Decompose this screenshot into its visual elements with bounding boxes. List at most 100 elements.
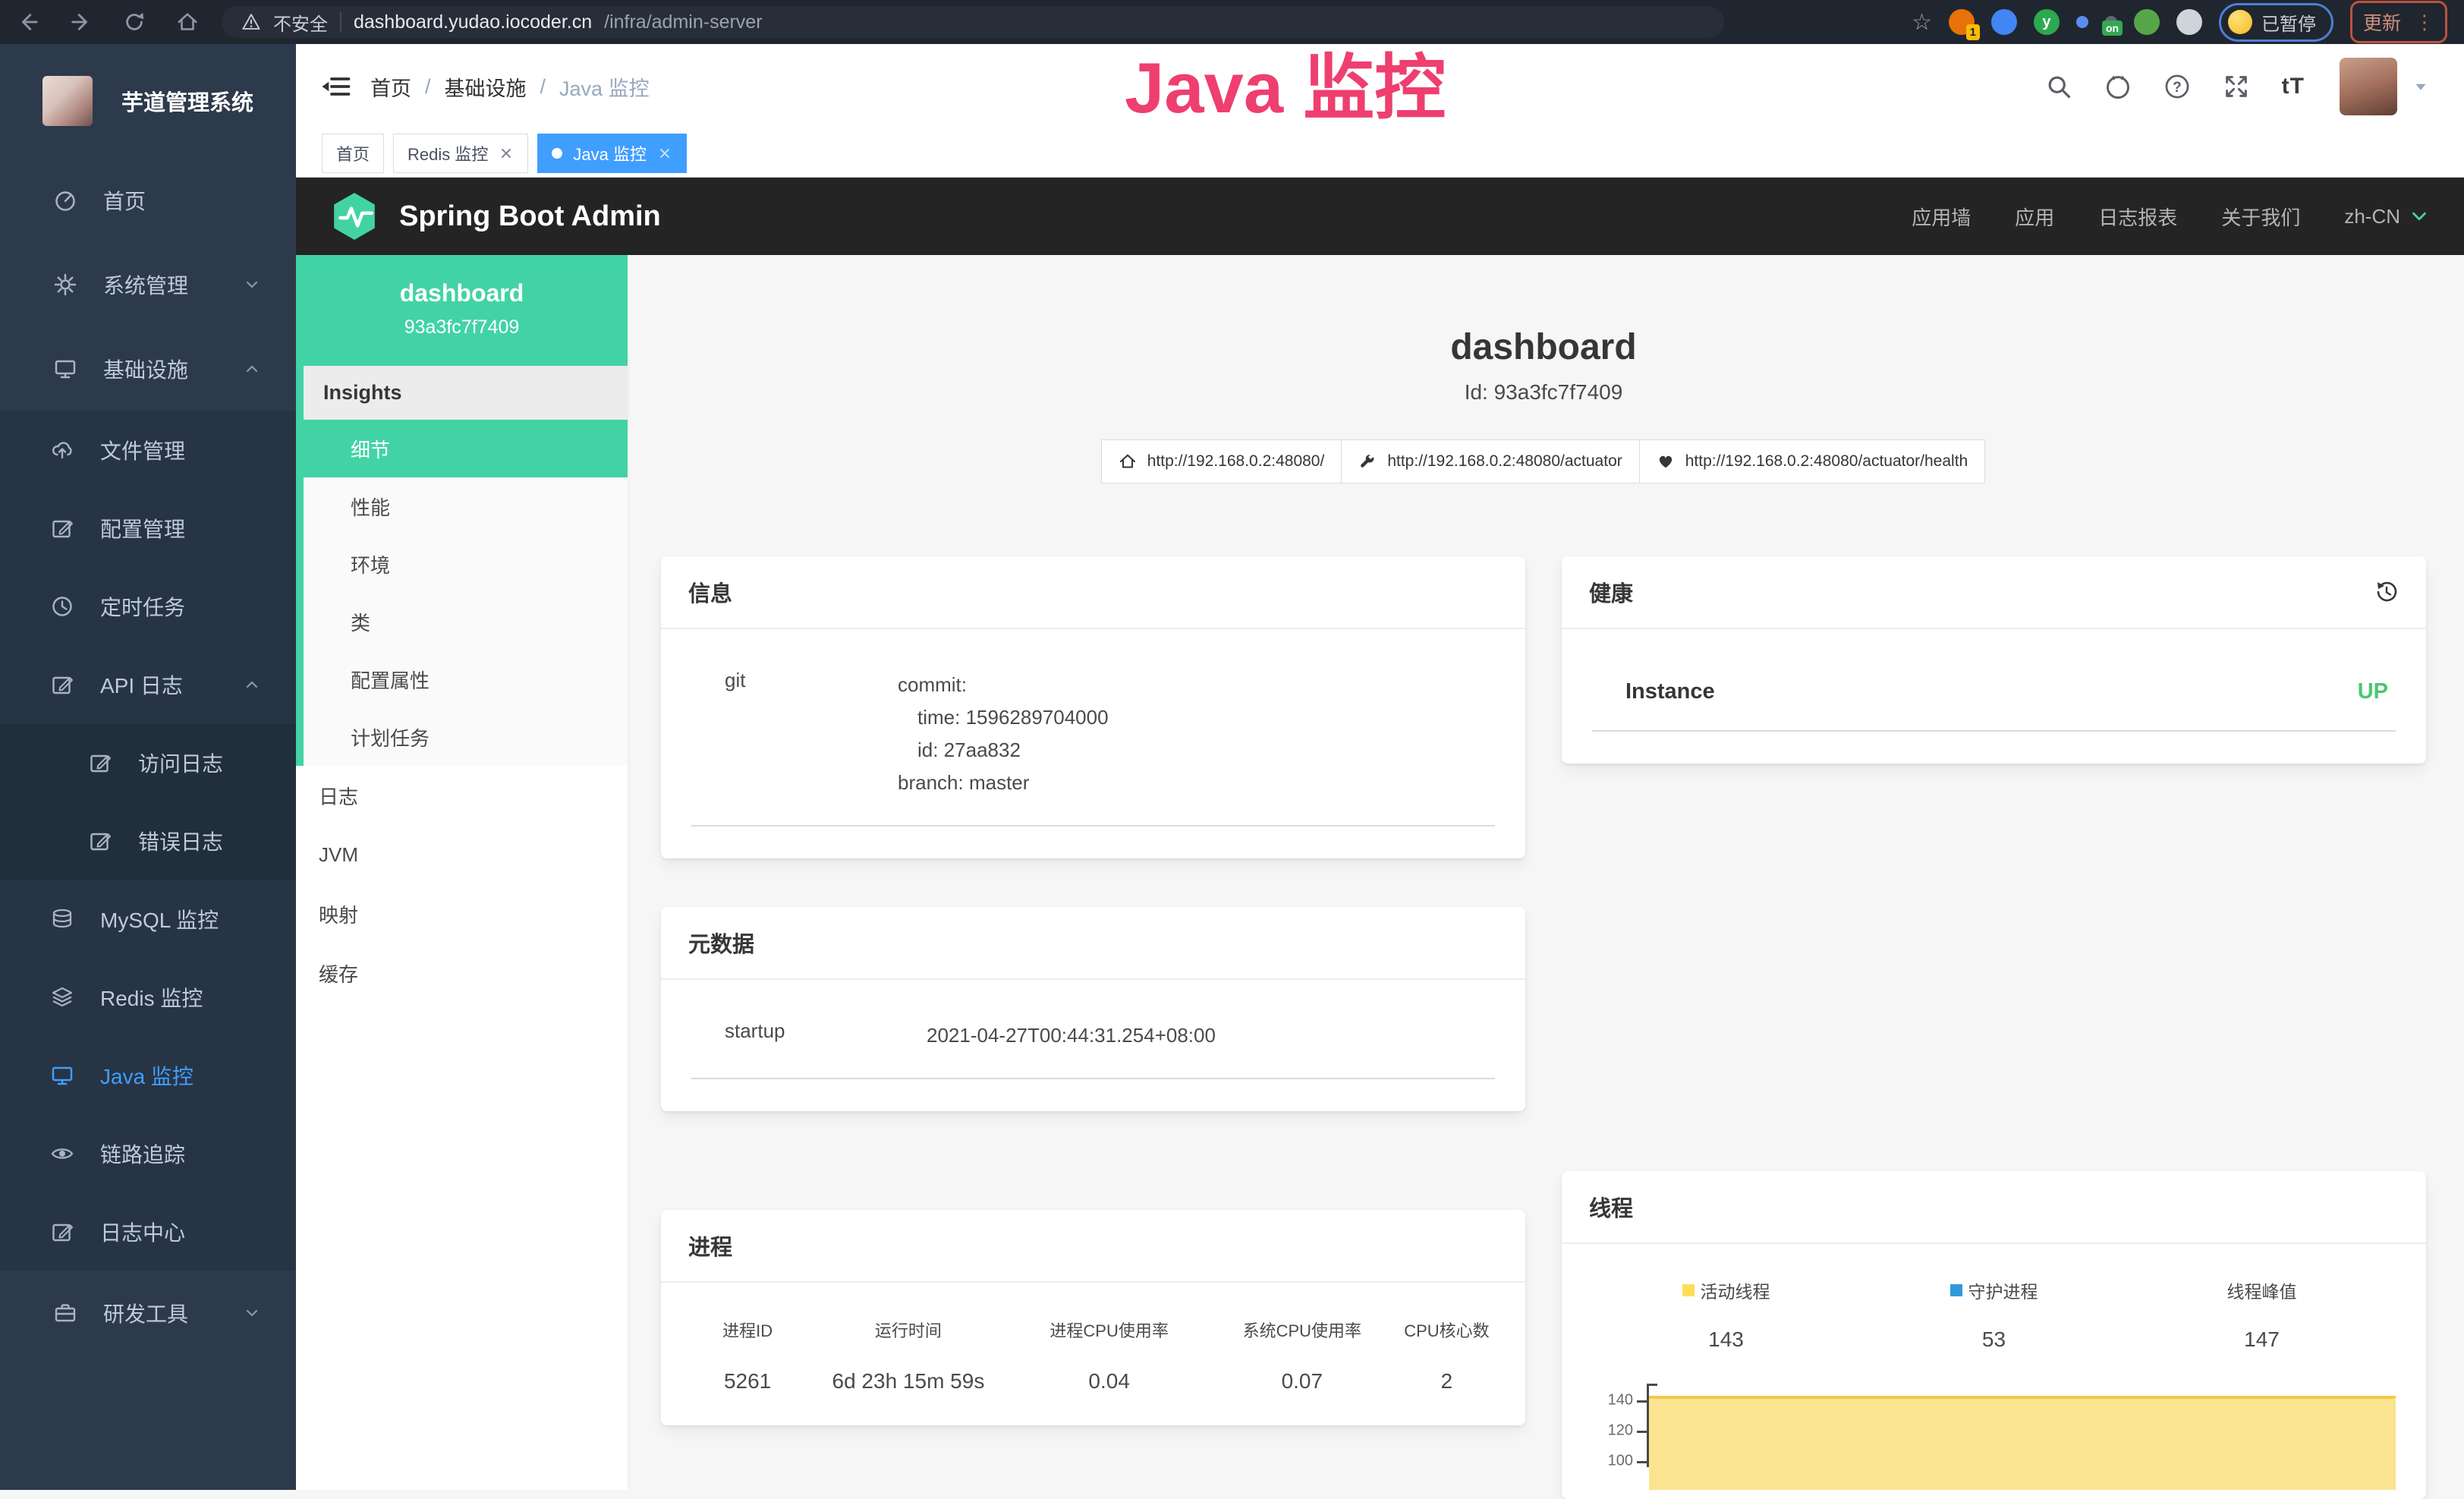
sidebar-item-label: MySQL 监控 (100, 904, 261, 934)
sidebar-item-home[interactable]: 首页 (0, 158, 296, 242)
collapse-sidebar-icon[interactable] (320, 71, 351, 102)
user-avatar[interactable] (2340, 58, 2397, 115)
endpoint-url-text: http://192.168.0.2:48080/actuator/health (1685, 452, 1968, 471)
endpoint-health-url[interactable]: http://192.168.0.2:48080/actuator/health (1639, 439, 1985, 483)
extension-icon-blue-grid[interactable] (2076, 16, 2088, 28)
menu-item-environment[interactable]: 环境 (304, 535, 628, 593)
sidebar-item-file-mgmt[interactable]: 文件管理 (0, 411, 296, 489)
url-path: /infra/admin-server (604, 11, 762, 33)
sidebar-item-scheduled-tasks[interactable]: 定时任务 (0, 567, 296, 645)
tab-redis-monitor[interactable]: Redis 监控 (393, 134, 528, 173)
paused-label: 已暂停 (2261, 9, 2316, 36)
sidebar-item-config-mgmt[interactable]: 配置管理 (0, 489, 296, 567)
monitor-icon (53, 357, 77, 381)
sidebar-item-access-logs[interactable]: 访问日志 (0, 723, 296, 801)
menu-item-config-props[interactable]: 配置属性 (304, 650, 628, 708)
page-instance-id: Id: 93a3fc7f7409 (661, 380, 2426, 405)
sba-nav-journal[interactable]: 日志报表 (2098, 203, 2177, 231)
menu-item-details[interactable]: 细节 (304, 420, 628, 477)
sidebar-item-infrastructure[interactable]: 基础设施 (0, 326, 296, 411)
history-icon[interactable] (2374, 580, 2399, 604)
search-icon[interactable] (2045, 73, 2072, 100)
menu-item-scheduled-tasks[interactable]: 计划任务 (304, 708, 628, 766)
sidebar-item-label: 配置管理 (100, 513, 261, 543)
cloud-upload-icon (50, 438, 74, 462)
browser-update-button[interactable]: 更新 ⋮ (2350, 1, 2447, 43)
spring-boot-admin-logo-icon[interactable] (329, 191, 379, 241)
endpoint-service-url[interactable]: http://192.168.0.2:48080/ (1101, 439, 1342, 483)
sidebar-item-label: 基础设施 (103, 354, 217, 384)
extensions-puzzle-icon[interactable] (2176, 9, 2202, 35)
active-threads-area (1649, 1396, 2396, 1490)
sidebar-item-link-tracing[interactable]: 链路追踪 (0, 1114, 296, 1192)
font-size-icon[interactable]: tT (2282, 74, 2305, 99)
help-icon[interactable] (2163, 73, 2191, 100)
sidebar-item-redis-monitor[interactable]: Redis 监控 (0, 958, 296, 1036)
sba-nav-about[interactable]: 关于我们 (2221, 203, 2300, 231)
address-bar[interactable]: 不安全 dashboard.yudao.iocoder.cn/infra/adm… (222, 6, 1724, 38)
sidebar-item-dev-tools[interactable]: 研发工具 (0, 1271, 296, 1355)
metadata-key-startup: startup (725, 1019, 927, 1052)
extension-icon-leaf[interactable] (2134, 9, 2160, 35)
menu-item-logs[interactable]: 日志 (296, 766, 628, 825)
on-badge: on (2102, 20, 2123, 36)
close-icon[interactable] (657, 146, 672, 161)
sidebar-item-java-monitor[interactable]: Java 监控 (0, 1036, 296, 1114)
breadcrumb-infrastructure[interactable]: 基础设施 (445, 72, 527, 102)
chevron-up-icon (243, 360, 261, 378)
gear-icon (53, 272, 77, 297)
forward-icon[interactable] (70, 11, 93, 33)
extension-icon-blue-drop[interactable] (1991, 9, 2017, 35)
sba-nav-applications[interactable]: 应用 (2015, 203, 2054, 231)
clock-icon (50, 594, 74, 619)
profile-paused-chip[interactable]: 已暂停 (2219, 3, 2333, 42)
extension-badge: 1 (1966, 24, 1980, 40)
menu-item-jvm[interactable]: JVM (296, 825, 628, 884)
menu-item-metrics[interactable]: 性能 (304, 477, 628, 535)
github-icon[interactable] (2104, 73, 2132, 100)
home-icon[interactable] (176, 11, 199, 33)
app-logo-row[interactable]: 芋道管理系统 (0, 44, 296, 158)
process-table: 进程ID 运行时间 进程CPU使用率 系统CPU使用率 CPU核心数 5261 … (691, 1313, 1495, 1394)
menu-item-label: 配置属性 (351, 666, 430, 694)
menu-item-caches[interactable]: 缓存 (296, 943, 628, 1003)
bookmark-star-icon[interactable]: ☆ (1912, 9, 1932, 36)
sidebar-item-system-mgmt[interactable]: 系统管理 (0, 242, 296, 326)
tab-java-monitor[interactable]: Java 监控 (537, 134, 687, 173)
app-title: 芋道管理系统 (121, 85, 253, 117)
sidebar-item-log-center[interactable]: 日志中心 (0, 1192, 296, 1271)
browser-menu-dots-icon[interactable]: ⋮ (2415, 12, 2434, 32)
endpoint-actuator-url[interactable]: http://192.168.0.2:48080/actuator (1341, 439, 1639, 483)
menu-item-mappings[interactable]: 映射 (296, 884, 628, 943)
extension-icon-green-y[interactable]: y (2034, 9, 2060, 35)
security-label: 不安全 (273, 9, 328, 36)
extension-y-label: y (2042, 14, 2050, 31)
metadata-startup-value: 2021-04-27T00:44:31.254+08:00 (927, 1019, 1216, 1052)
sidebar-item-label: 访问日志 (138, 748, 261, 778)
sidebar-item-api-logs[interactable]: API 日志 (0, 645, 296, 723)
sidebar-item-mysql-monitor[interactable]: MySQL 监控 (0, 880, 296, 958)
tab-home[interactable]: 首页 (322, 134, 384, 173)
extension-icon-orange[interactable]: 1 (1949, 9, 1975, 35)
caret-down-icon[interactable] (2411, 77, 2431, 96)
close-icon[interactable] (499, 146, 514, 161)
instance-id: 93a3fc7f7409 (296, 316, 628, 339)
sidebar-item-error-logs[interactable]: 错误日志 (0, 801, 296, 880)
edit-icon (50, 516, 74, 540)
fullscreen-icon[interactable] (2223, 73, 2250, 100)
sba-language-select[interactable]: zh-CN (2344, 205, 2431, 228)
sba-instance-header[interactable]: dashboard 93a3fc7f7409 (296, 255, 628, 366)
card-title: 元数据 (688, 927, 754, 959)
breadcrumb-home[interactable]: 首页 (370, 72, 411, 102)
app-logo-image (42, 76, 93, 126)
briefcase-icon (53, 1301, 77, 1325)
menu-item-classes[interactable]: 类 (304, 593, 628, 650)
reload-icon[interactable] (123, 11, 146, 33)
process-value-uptime: 6d 23h 15m 59s (832, 1369, 985, 1394)
card-title: 健康 (1589, 576, 1633, 608)
process-header-pid: 进程ID (722, 1318, 773, 1342)
sba-nav-wallboard[interactable]: 应用墙 (1912, 203, 1971, 231)
back-icon[interactable] (17, 11, 39, 33)
extension-icon-on[interactable]: on (2105, 16, 2117, 28)
menu-item-label: 计划任务 (351, 723, 430, 751)
